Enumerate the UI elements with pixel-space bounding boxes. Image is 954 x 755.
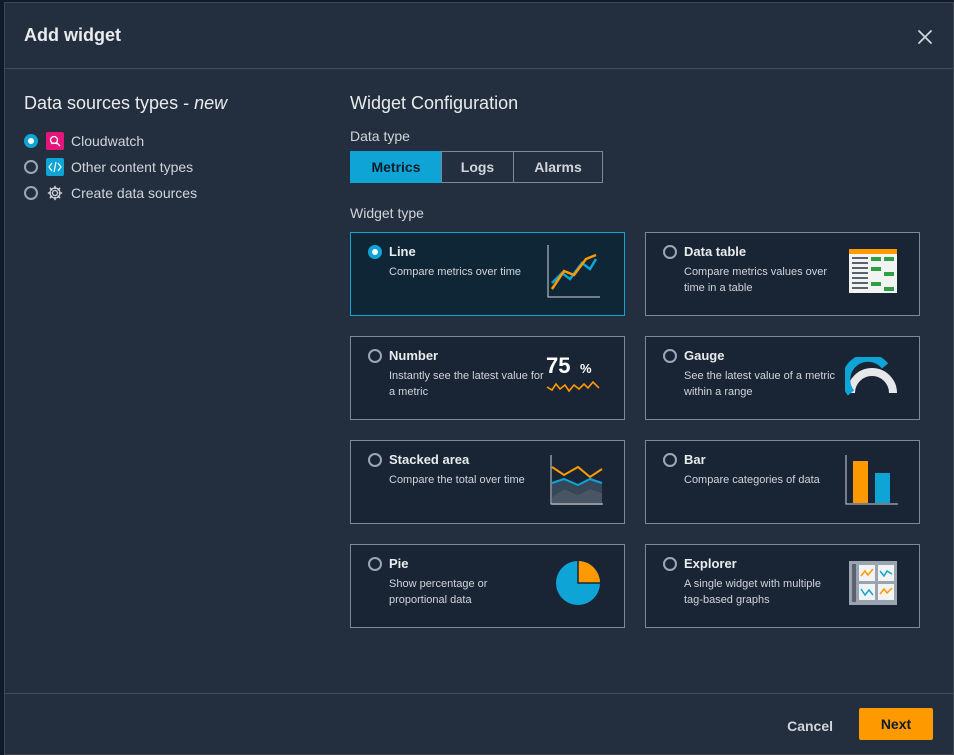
widget-card-title: Explorer [684,556,737,571]
data-source-label: Other content types [71,159,194,175]
cancel-button[interactable]: Cancel [787,711,833,741]
close-button[interactable] [913,25,937,49]
data-type-alarms-button[interactable]: Alarms [513,151,603,183]
widget-card-gauge[interactable]: Gauge See the latest value of a metric w… [645,336,920,420]
radio-cloudwatch[interactable] [24,134,38,148]
widget-card-desc: Compare categories of data [684,474,820,486]
widget-card-desc: Compare the total over time [389,474,525,486]
data-sources-heading: Data sources types - new [24,93,314,114]
modal-title: Add widget [24,25,121,45]
widget-type-grid: Line Compare metrics over time Data tabl… [350,232,920,632]
widget-card-desc: Compare metrics over time [389,266,522,278]
data-type-segmented-control: Metrics Logs Alarms [350,151,925,183]
data-source-label: Create data sources [71,185,198,201]
data-type-logs-button[interactable]: Logs [441,151,514,183]
widget-card-bar[interactable]: Bar Compare categories of data [645,440,920,524]
data-sources-panel: Data sources types - new Cloudwatch Othe… [24,93,314,206]
radio-pie[interactable] [368,557,382,571]
radio-bar[interactable] [663,453,677,467]
explorer-icon [849,561,897,605]
widget-type-label: Widget type [350,205,424,221]
data-type-label: Data type [350,128,410,144]
code-icon [46,158,64,176]
line-chart-icon [547,245,600,298]
widget-card-data-table[interactable]: Data table Compare metrics values over t… [645,232,920,316]
widget-card-title: Line [389,244,416,259]
sparkline-icon [546,380,600,393]
radio-explorer[interactable] [663,557,677,571]
modal-header: Add widget [5,3,953,69]
widget-card-explorer[interactable]: Explorer A single widget with multiple t… [645,544,920,628]
modal-footer: Cancel Next [5,693,953,754]
next-button[interactable]: Next [859,708,933,740]
widget-card-title: Bar [684,452,706,467]
data-sources-heading-text: Data sources types - [24,93,195,113]
radio-other-content[interactable] [24,160,38,174]
widget-card-stacked-area[interactable]: Stacked area Compare the total over time [350,440,625,524]
widget-card-title: Data table [684,244,747,259]
widget-card-desc: A single widget with multiple tag-based … [684,578,821,606]
number-art-unit: % [580,361,592,376]
data-source-create[interactable]: Create data sources [24,180,314,206]
number-art-value: 75 [546,353,571,378]
widget-card-title: Stacked area [389,452,470,467]
gauge-icon [845,357,897,396]
widget-card-line[interactable]: Line Compare metrics over time [350,232,625,316]
widget-config-heading: Widget Configuration [350,93,519,113]
add-widget-modal: Add widget Data sources types - new Clou… [4,2,954,755]
radio-stacked-area[interactable] [368,453,382,467]
radio-gauge[interactable] [663,349,677,363]
data-type-metrics-button[interactable]: Metrics [350,151,442,183]
widget-card-desc: Show percentage or proportional data [389,578,488,606]
radio-number[interactable] [368,349,382,363]
data-sources-heading-new: new [194,93,228,113]
widget-config-panel: Widget Configuration Data type Metrics L… [350,93,925,628]
data-source-label: Cloudwatch [71,133,145,149]
pie-chart-icon [556,561,600,605]
stacked-area-icon [550,455,603,505]
cloudwatch-icon [46,132,64,150]
radio-data-table[interactable] [663,245,677,259]
widget-card-title: Pie [389,556,409,571]
data-source-list: Cloudwatch Other content types Create da… [24,128,314,206]
widget-card-title: Number [389,348,439,363]
widget-card-desc: Instantly see the latest value for a met… [389,370,544,398]
widget-card-pie[interactable]: Pie Show percentage or proportional data [350,544,625,628]
data-source-other-content[interactable]: Other content types [24,154,314,180]
close-icon [918,30,932,44]
data-source-cloudwatch[interactable]: Cloudwatch [24,128,314,154]
radio-create-data-sources[interactable] [24,186,38,200]
widget-card-title: Gauge [684,348,725,363]
radio-line[interactable] [368,245,382,259]
gear-icon [46,184,64,202]
table-icon [849,249,897,293]
number-icon: 75 % [546,353,602,393]
widget-card-number[interactable]: Number Instantly see the latest value fo… [350,336,625,420]
widget-card-desc: Compare metrics values over time in a ta… [684,266,828,294]
widget-card-desc: See the latest value of a metric within … [684,370,836,398]
bar-chart-icon [845,455,898,505]
